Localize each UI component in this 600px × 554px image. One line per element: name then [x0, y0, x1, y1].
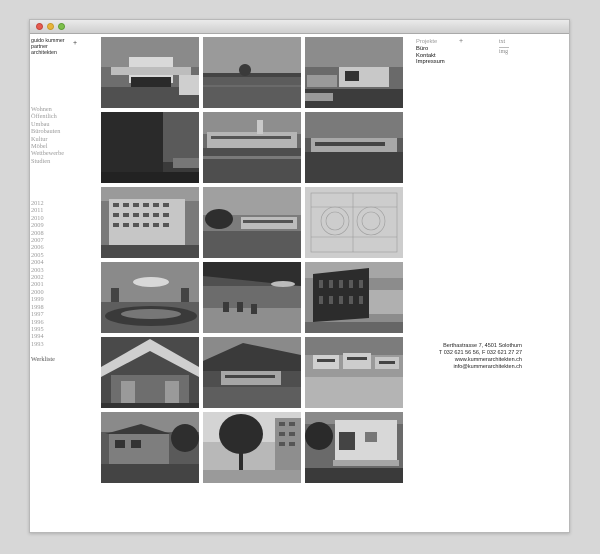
contact-website-link[interactable]: www.kummerarchitekten.ch	[410, 357, 522, 364]
year-link[interactable]: 1994	[31, 333, 44, 340]
category-link[interactable]: Bürobauten	[31, 128, 64, 135]
year-link[interactable]: 2012	[31, 200, 44, 207]
contact-email-link[interactable]: info@kummerarchitekten.ch	[410, 364, 522, 371]
category-link[interactable]: Wohnen	[31, 106, 64, 113]
year-link[interactable]: 1997	[31, 311, 44, 318]
minimize-window-button[interactable]	[47, 23, 54, 30]
window-titlebar	[30, 20, 569, 34]
project-thumbnail[interactable]	[203, 337, 301, 408]
year-link[interactable]: 2002	[31, 274, 44, 281]
project-thumbnail[interactable]	[101, 412, 199, 483]
close-window-button[interactable]	[36, 23, 43, 30]
project-thumbnail[interactable]	[101, 337, 199, 408]
year-link[interactable]: 2010	[31, 215, 44, 222]
project-thumbnail[interactable]	[305, 337, 403, 408]
year-link[interactable]: 2006	[31, 244, 44, 251]
project-thumbnail[interactable]	[305, 112, 403, 183]
year-link[interactable]: 2003	[31, 267, 44, 274]
year-link[interactable]: 2005	[31, 252, 44, 259]
category-link[interactable]: Studien	[31, 158, 64, 165]
contact-block: Berthastrasse 7, 4501 Solothurn T 032 62…	[410, 343, 522, 371]
year-link[interactable]: 1999	[31, 296, 44, 303]
project-thumbnail[interactable]	[203, 112, 301, 183]
category-link[interactable]: Umbau	[31, 121, 64, 128]
contact-phone: T 032 621 56 56, F 032 621 27 27	[438, 350, 522, 357]
nav-item-impressum[interactable]: Impressum	[416, 59, 445, 66]
year-link[interactable]: 2000	[31, 289, 44, 296]
category-link[interactable]: Kultur	[31, 136, 64, 143]
contact-address: Berthastrasse 7, 4501 Solothurn	[443, 343, 522, 349]
view-toggle-images[interactable]: img	[499, 49, 509, 56]
logo-plus-icon: +	[73, 40, 78, 47]
year-link[interactable]: 1998	[31, 304, 44, 311]
nav-item-projekte[interactable]: Projekte	[416, 39, 445, 46]
year-link[interactable]: 2009	[31, 222, 44, 229]
nav-plus-icon: +	[459, 38, 464, 45]
year-link[interactable]: 1993	[31, 341, 44, 348]
year-link[interactable]: 2007	[31, 237, 44, 244]
project-plan-drawing[interactable]	[305, 187, 403, 258]
view-toggle-divider	[499, 47, 509, 48]
werkliste-link[interactable]: Werkliste	[31, 356, 55, 363]
main-navigation: Projekte Büro Kontakt Impressum	[416, 39, 445, 66]
category-link[interactable]: Wettbewerbe	[31, 150, 64, 157]
project-thumbnail[interactable]	[203, 262, 301, 333]
year-link[interactable]: 1996	[31, 319, 44, 326]
logo-line-3: architekten	[31, 50, 57, 56]
project-thumbnail[interactable]	[305, 412, 403, 483]
project-thumbnail[interactable]	[101, 112, 199, 183]
site-logo[interactable]: guido kummer partner architekten	[31, 38, 91, 56]
project-thumbnail[interactable]	[101, 262, 199, 333]
year-filter-list: 2012 2011 2010 2009 2008 2007 2006 2005 …	[31, 200, 44, 348]
year-link[interactable]: 2004	[31, 259, 44, 266]
view-toggle: txt img	[499, 39, 509, 56]
category-filter-list: Wohnen Öffentlich Umbau Bürobauten Kultu…	[31, 106, 64, 165]
project-thumbnail[interactable]	[203, 187, 301, 258]
project-thumbnail[interactable]	[305, 37, 403, 108]
project-thumbnail[interactable]	[203, 412, 301, 483]
nav-item-buero[interactable]: Büro	[416, 46, 445, 53]
nav-item-kontakt[interactable]: Kontakt	[416, 53, 445, 60]
project-image-grid	[101, 37, 403, 483]
view-toggle-text[interactable]: txt	[499, 39, 509, 46]
project-thumbnail[interactable]	[101, 187, 199, 258]
year-link[interactable]: 2001	[31, 281, 44, 288]
category-link[interactable]: Öffentlich	[31, 113, 64, 120]
project-thumbnail[interactable]	[101, 37, 199, 108]
category-link[interactable]: Möbel	[31, 143, 64, 150]
zoom-window-button[interactable]	[58, 23, 65, 30]
project-thumbnail[interactable]	[305, 262, 403, 333]
project-thumbnail[interactable]	[203, 37, 301, 108]
year-link[interactable]: 1995	[31, 326, 44, 333]
year-link[interactable]: 2011	[31, 207, 44, 214]
year-link[interactable]: 2008	[31, 230, 44, 237]
